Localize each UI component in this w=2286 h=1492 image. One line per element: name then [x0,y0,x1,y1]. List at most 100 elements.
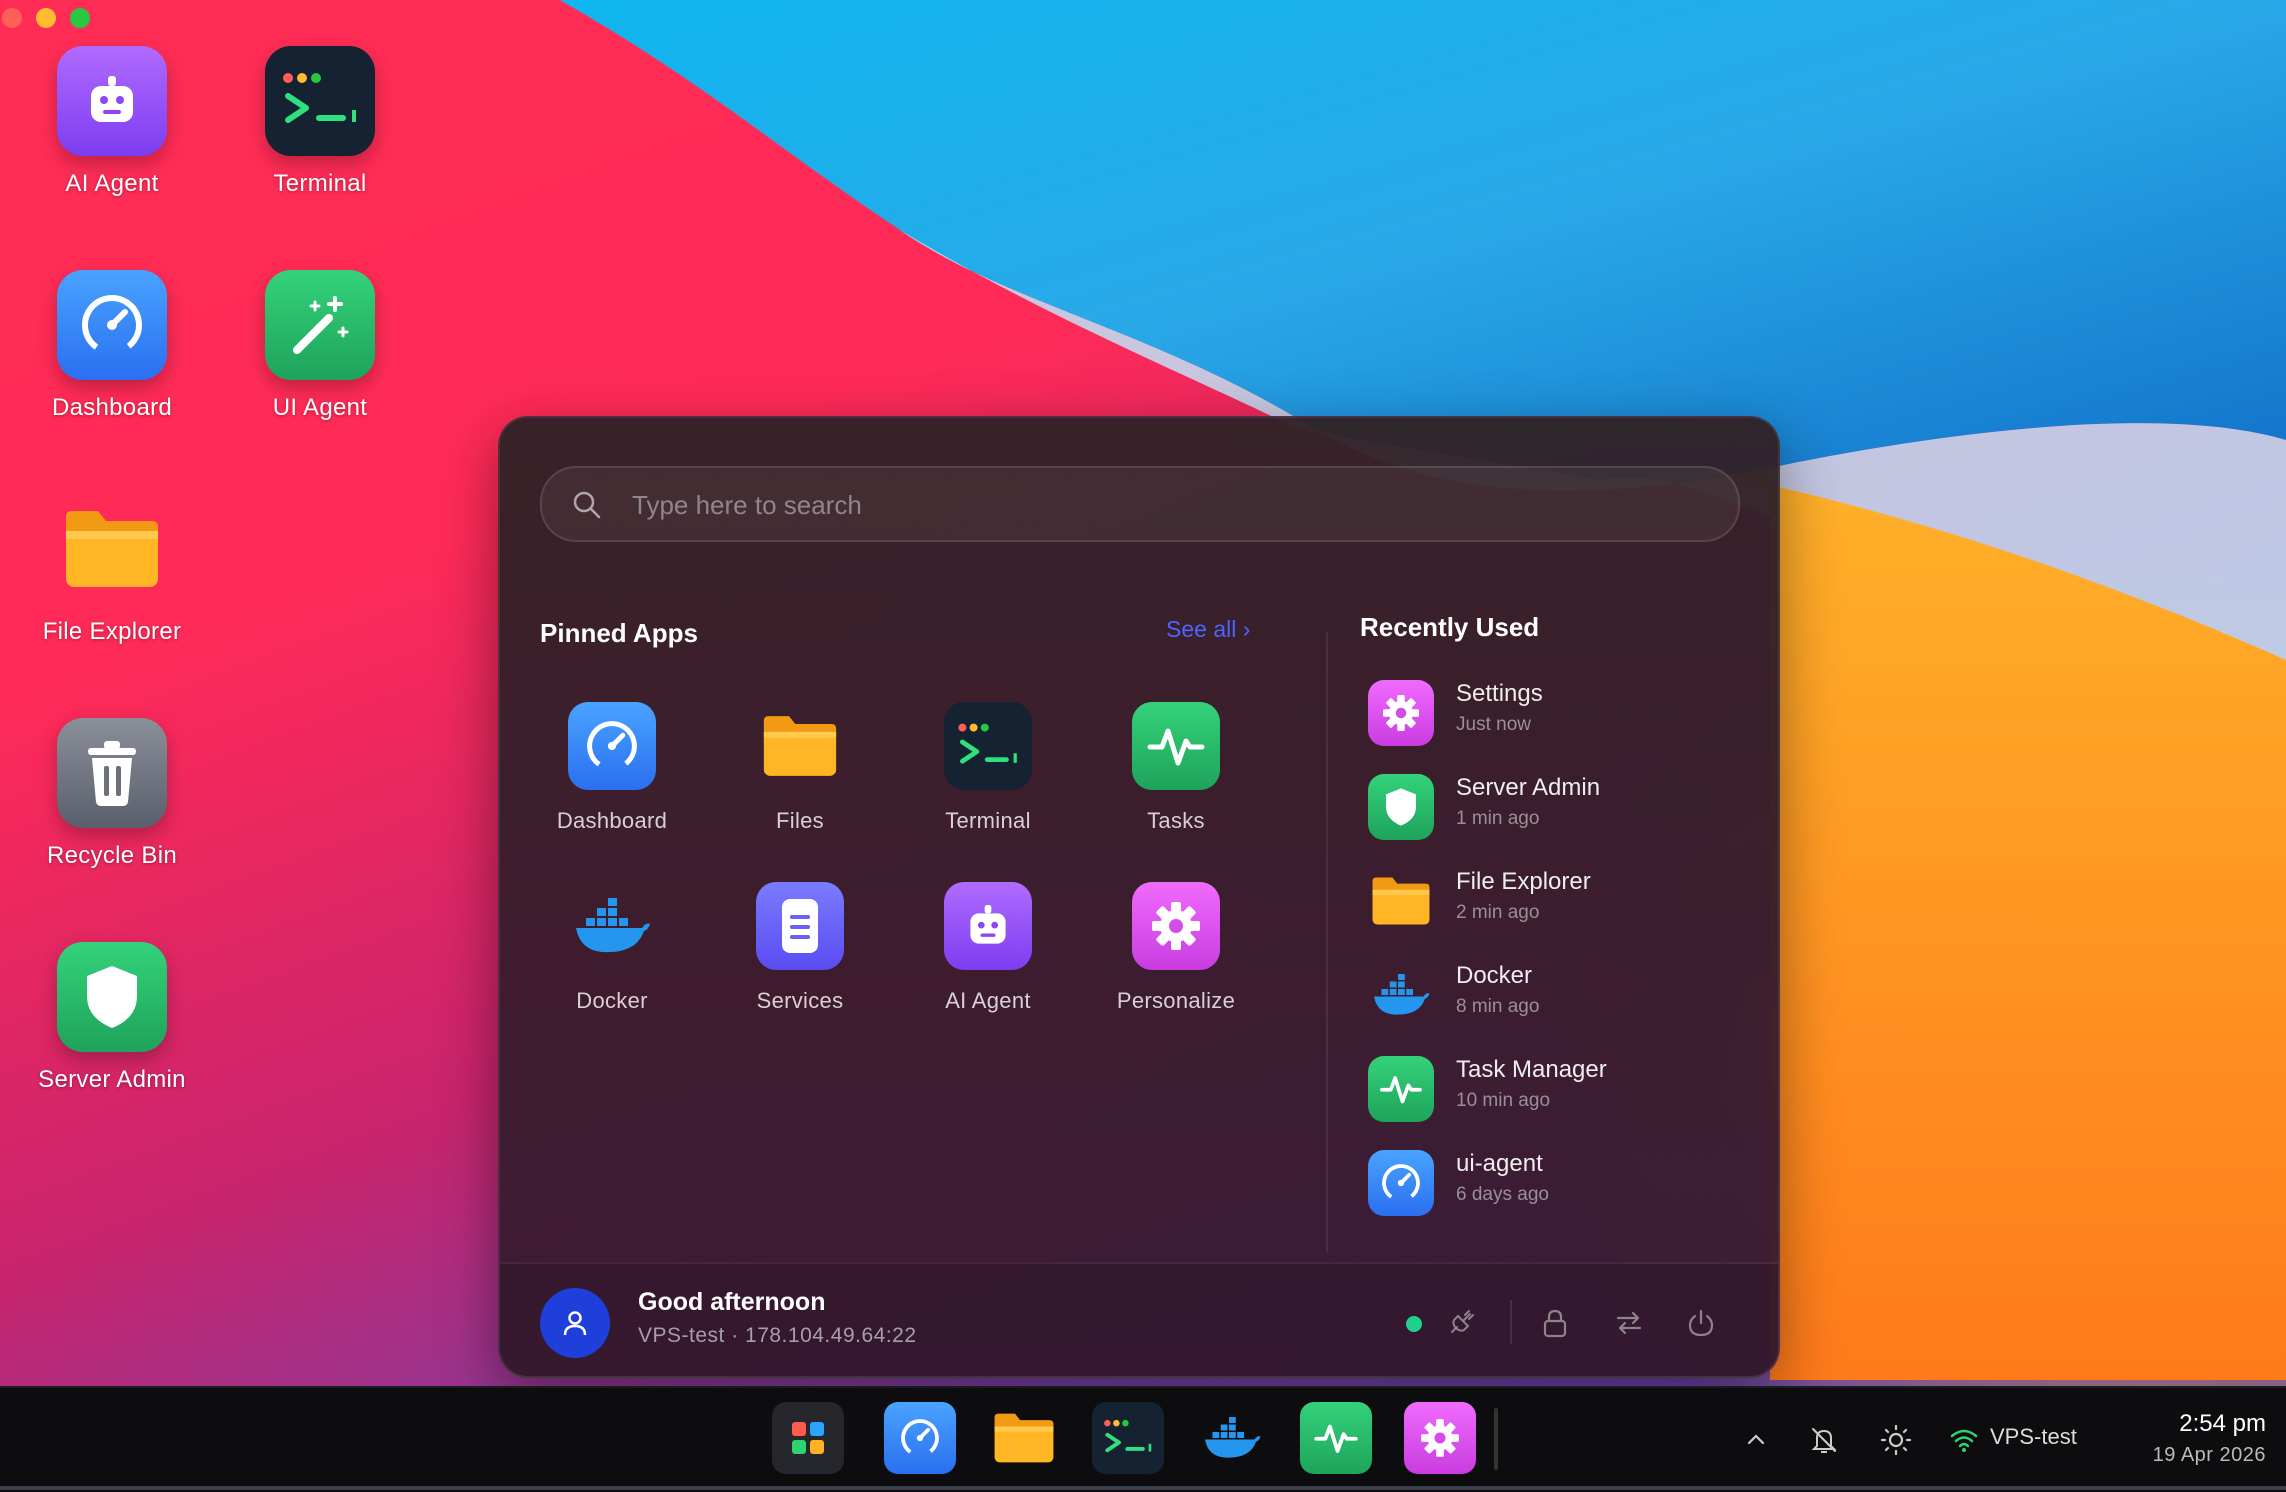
pinned-app-ai-agent[interactable]: AI Agent [898,882,1078,1014]
bottom-edge-strip [0,1486,2286,1490]
recent-item-ui-agent[interactable]: ui-agent 6 days ago [1368,1144,1728,1224]
desktop-icon-terminal[interactable]: Terminal [220,46,420,198]
terminal-icon [265,46,375,156]
recent-item-name: Server Admin [1456,774,1601,801]
desktop-icon-label: UI Agent [272,394,368,421]
pinned-app-label: Terminal [945,808,1031,833]
see-all-link[interactable]: See all › [1166,616,1250,643]
shield-icon [1368,774,1434,840]
pinned-app-personalize[interactable]: Personalize [1086,882,1266,1014]
folder-icon [57,494,167,604]
connection-status-dot [1406,1316,1422,1332]
recent-item-name: Settings [1456,680,1543,707]
close-dot[interactable] [2,8,22,28]
robot-icon [57,46,167,156]
trash-icon [57,718,167,828]
pinned-app-label: Tasks [1147,808,1205,833]
terminal-icon [1104,1419,1152,1453]
speedometer-icon [57,270,167,380]
folder-icon [756,702,844,790]
clock-time[interactable]: 2:54 pm [2120,1410,2266,1438]
taskbar-terminal[interactable] [1092,1402,1164,1474]
desktop-icon-label: Recycle Bin [46,842,177,869]
recently-used-title: Recently Used [1360,612,1540,642]
start-menu-footer: Good afternoon VPS-test · 178.104.49.64:… [500,1262,1778,1376]
pinned-app-docker[interactable]: Docker [522,882,702,1014]
desktop-icon-dashboard[interactable]: Dashboard [12,270,212,422]
docker-icon [1368,962,1434,1028]
recent-item-server-admin[interactable]: Server Admin 1 min ago [1368,768,1728,848]
user-icon [563,1311,587,1336]
folder-icon [994,1413,1054,1463]
magic-wand-icon [265,270,375,380]
search-bar[interactable] [540,466,1740,542]
switch-user-icon[interactable] [1612,1306,1646,1340]
greeting-text: Good afternoon [638,1288,826,1316]
pinned-app-services[interactable]: Services [710,882,890,1014]
recent-item-name: Task Manager [1456,1056,1607,1083]
pinned-app-files[interactable]: Files [710,702,890,834]
pinned-app-label: Dashboard [556,808,668,833]
windows-grid-icon [792,1422,824,1454]
chevron-right-icon: › [1242,616,1251,642]
brightness-icon[interactable] [1878,1422,1914,1458]
folder-icon [1368,868,1434,934]
window-controls [2,8,90,28]
bell-off-icon[interactable] [1806,1422,1842,1458]
wifi-icon[interactable] [1946,1422,1982,1458]
taskbar-files[interactable] [988,1402,1060,1474]
section-divider [1326,632,1328,1252]
desktop-icon-label: AI Agent [65,170,159,197]
recent-item-settings[interactable]: Settings Just now [1368,674,1728,754]
pinned-app-label: Docker [576,988,648,1013]
power-icon[interactable] [1684,1306,1718,1340]
taskbar-settings[interactable] [1404,1402,1476,1474]
desktop-icon-label: File Explorer [42,618,182,645]
clock-date[interactable]: 19 Apr 2026 [2120,1444,2266,1467]
speedometer-icon [1368,1150,1434,1216]
maximize-dot[interactable] [70,8,90,28]
start-menu: Pinned Apps See all › Recently Used Dash… [498,416,1780,1378]
taskbar-separator [1494,1408,1498,1470]
lock-icon[interactable] [1538,1306,1572,1340]
plug-icon[interactable] [1444,1306,1478,1340]
start-button[interactable] [772,1402,844,1474]
activity-icon [1132,702,1220,790]
recent-item-task-manager[interactable]: Task Manager 10 min ago [1368,1050,1728,1130]
pinned-app-label: Files [776,808,824,833]
minimize-dot[interactable] [36,8,56,28]
gear-icon [1132,882,1220,970]
recent-item-name: Docker [1456,962,1533,989]
avatar[interactable] [540,1288,610,1358]
network-name[interactable]: VPS-test [1990,1424,2077,1450]
recent-item-time: 8 min ago [1456,996,1540,1017]
pinned-app-dashboard[interactable]: Dashboard [522,702,702,834]
desktop-icon-ai-agent[interactable]: AI Agent [12,46,212,198]
desktop-icon-file-explorer[interactable]: File Explorer [12,494,212,646]
taskbar-docker[interactable] [1196,1402,1268,1474]
chevron-up-icon[interactable] [1738,1422,1774,1458]
footer-divider [1510,1300,1512,1344]
pinned-app-tasks[interactable]: Tasks [1086,702,1266,834]
pinned-app-terminal[interactable]: Terminal [898,702,1078,834]
recent-item-time: 2 min ago [1456,902,1540,923]
server-icon [756,882,844,970]
desktop-icon-recycle-bin[interactable]: Recycle Bin [12,718,212,870]
recent-item-file-explorer[interactable]: File Explorer 2 min ago [1368,862,1728,942]
taskbar-tasks[interactable] [1300,1402,1372,1474]
desktop-icon-ui-agent[interactable]: UI Agent [220,270,420,422]
shield-icon [57,942,167,1052]
pinned-apps-title: Pinned Apps [540,618,698,648]
taskbar-dashboard[interactable] [884,1402,956,1474]
recent-item-docker[interactable]: Docker 8 min ago [1368,956,1728,1036]
recent-item-name: File Explorer [1456,868,1591,895]
search-input[interactable] [630,468,1714,542]
see-all-label: See all [1166,616,1237,642]
activity-icon [1314,1424,1358,1453]
desktop-icon-label: Dashboard [51,394,173,421]
desktop-icon-server-admin[interactable]: Server Admin [12,942,212,1094]
recent-item-name: ui-agent [1456,1150,1543,1177]
terminal-icon [944,702,1032,790]
pinned-app-label: Services [756,988,844,1013]
gear-icon [1368,680,1434,746]
